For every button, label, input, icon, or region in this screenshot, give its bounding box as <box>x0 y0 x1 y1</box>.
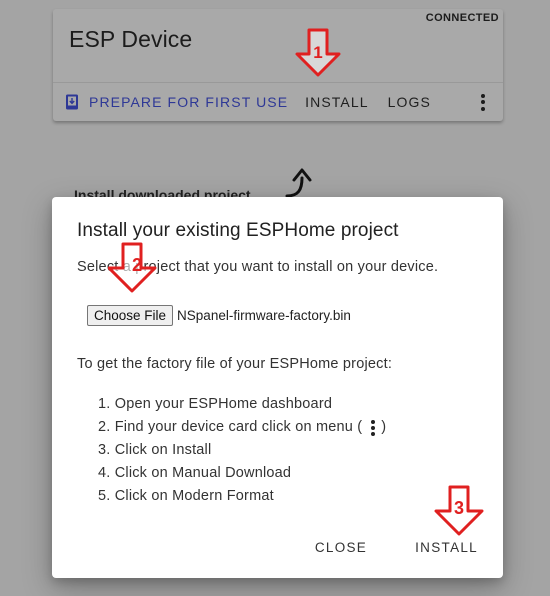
device-card: ESP Device CONNECTED PREPARE FOR FIRST U… <box>53 9 503 121</box>
card-divider <box>53 82 503 83</box>
dialog-actions: CLOSE INSTALL <box>307 536 486 559</box>
kebab-menu-icon[interactable] <box>477 91 489 113</box>
step-item: 1. Open your ESPHome dashboard <box>98 396 333 412</box>
step-item: 4. Click on Manual Download <box>98 465 292 481</box>
choose-file-button[interactable]: Choose File <box>87 305 174 326</box>
step-item: 2. Find your device card click on menu (… <box>98 419 387 436</box>
kebab-menu-icon <box>371 419 376 436</box>
file-input-row: Choose File NSpanel-firmware-factory.bin <box>87 305 351 326</box>
prepare-first-use-button[interactable]: PREPARE FOR FIRST USE <box>65 94 288 110</box>
connection-status: CONNECTED <box>425 12 499 24</box>
step-item: 5. Click on Modern Format <box>98 488 274 504</box>
dialog-description: Select a project that you want to instal… <box>77 259 439 275</box>
prepare-label: PREPARE FOR FIRST USE <box>89 94 289 110</box>
step-item: 3. Click on Install <box>98 442 212 458</box>
install-dialog: Install your existing ESPHome project Se… <box>52 197 503 578</box>
instructions-header: To get the factory file of your ESPHome … <box>77 356 393 372</box>
logs-button[interactable]: LOGS <box>388 94 431 110</box>
phone-download-icon <box>66 94 78 110</box>
card-actions: PREPARE FOR FIRST USE INSTALL LOGS <box>65 91 431 113</box>
device-title: ESP Device <box>69 26 193 52</box>
dialog-title: Install your existing ESPHome project <box>77 220 399 241</box>
card-install-button[interactable]: INSTALL <box>305 94 368 110</box>
close-button[interactable]: CLOSE <box>307 536 375 559</box>
instruction-steps: 1. Open your ESPHome dashboard 2. Find y… <box>98 393 386 508</box>
curved-up-arrow-icon <box>285 168 312 198</box>
selected-file-name: NSpanel-firmware-factory.bin <box>177 308 351 323</box>
install-button[interactable]: INSTALL <box>407 536 486 559</box>
